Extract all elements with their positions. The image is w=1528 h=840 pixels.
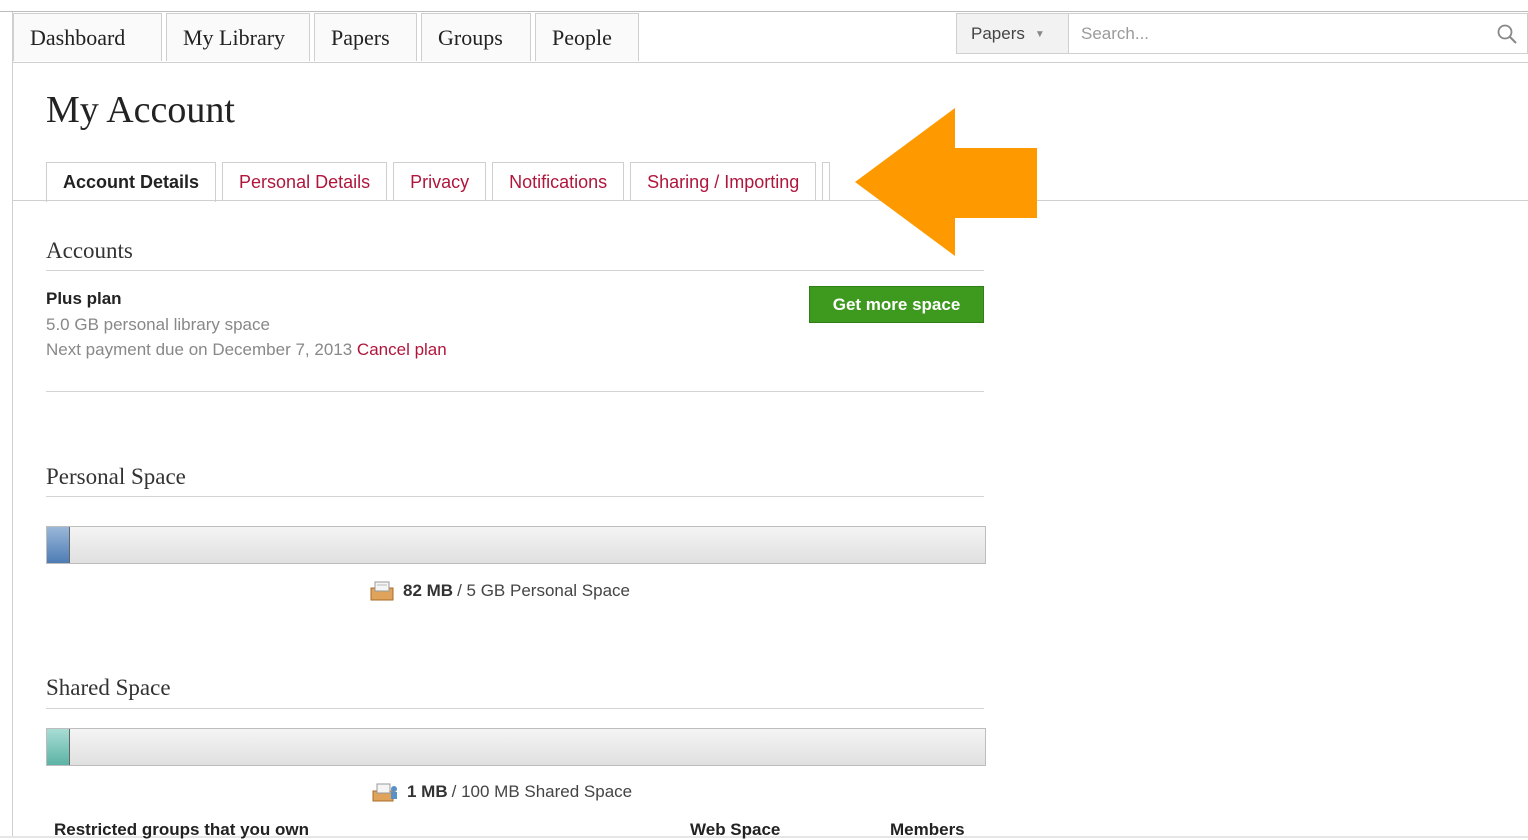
tab-account-details[interactable]: Account Details xyxy=(46,162,217,202)
accounts-rule xyxy=(46,270,984,271)
search-icon xyxy=(1497,24,1517,44)
shared-space-bar xyxy=(46,728,986,766)
personal-space-heading: Personal Space xyxy=(46,464,186,489)
tab-hidden[interactable] xyxy=(822,162,831,201)
search-scope-label: Papers xyxy=(971,23,1025,43)
search-input[interactable] xyxy=(1069,14,1487,53)
next-payment-text: Next payment due on December 7, 2013 xyxy=(46,340,353,359)
plan-space-text: 5.0 GB personal library space xyxy=(46,315,270,334)
window-top-border xyxy=(0,0,1528,12)
groups-table-header-web-space: Web Space xyxy=(690,820,781,839)
window-left-border xyxy=(12,12,13,838)
shared-library-icon xyxy=(372,783,397,802)
page-title: My Account xyxy=(46,89,235,131)
search-scope-dropdown[interactable]: Papers ▼ xyxy=(957,14,1069,53)
shared-space-total: / 100 MB Shared Space xyxy=(451,782,633,801)
nav-tab-people[interactable]: People xyxy=(535,13,639,61)
accounts-bottom-rule xyxy=(46,391,984,392)
nav-tab-papers[interactable]: Papers xyxy=(314,13,417,61)
next-payment-line: Next payment due on December 7, 2013 Can… xyxy=(46,340,447,360)
tab-sharing-importing[interactable]: Sharing / Importing xyxy=(630,162,817,201)
nav-tab-groups[interactable]: Groups xyxy=(421,13,531,61)
nav-tab-my-library[interactable]: My Library xyxy=(166,13,310,61)
search-bar: Papers ▼ xyxy=(956,13,1528,54)
nav-divider xyxy=(13,62,1528,63)
personal-space-bar xyxy=(46,526,986,564)
personal-space-total: / 5 GB Personal Space xyxy=(457,581,631,600)
tab-personal-details[interactable]: Personal Details xyxy=(222,162,388,201)
annotation-arrow-icon xyxy=(855,108,1037,256)
shared-space-used: 1 MB xyxy=(407,782,448,801)
shared-space-heading: Shared Space xyxy=(46,675,171,700)
account-tabs: Account Details Personal Details Privacy… xyxy=(46,162,836,202)
shared-space-rule xyxy=(46,708,984,709)
shared-space-usage: 1 MB / 100 MB Shared Space xyxy=(371,781,632,803)
get-more-space-button[interactable]: Get more space xyxy=(809,286,984,323)
personal-space-used: 82 MB xyxy=(403,581,454,600)
groups-table-header-name: Restricted groups that you own xyxy=(54,820,310,839)
search-button[interactable] xyxy=(1487,14,1527,53)
nav-tab-dashboard[interactable]: Dashboard xyxy=(13,13,162,61)
personal-space-usage: 82 MB / 5 GB Personal Space xyxy=(369,580,630,602)
shared-space-fill xyxy=(47,729,70,765)
accounts-heading: Accounts xyxy=(46,238,133,263)
cancel-plan-link[interactable]: Cancel plan xyxy=(357,340,447,359)
tab-notifications[interactable]: Notifications xyxy=(492,162,625,201)
personal-space-fill xyxy=(47,527,70,563)
tab-privacy[interactable]: Privacy xyxy=(393,162,487,201)
library-box-icon xyxy=(370,581,394,601)
personal-space-rule xyxy=(46,496,984,497)
tabs-divider xyxy=(13,200,1528,201)
groups-table-header-members: Members xyxy=(890,820,965,839)
plan-name: Plus plan xyxy=(46,289,122,308)
chevron-down-icon: ▼ xyxy=(1034,29,1045,40)
main-nav: Dashboard My Library Papers Groups Peopl… xyxy=(13,13,643,63)
